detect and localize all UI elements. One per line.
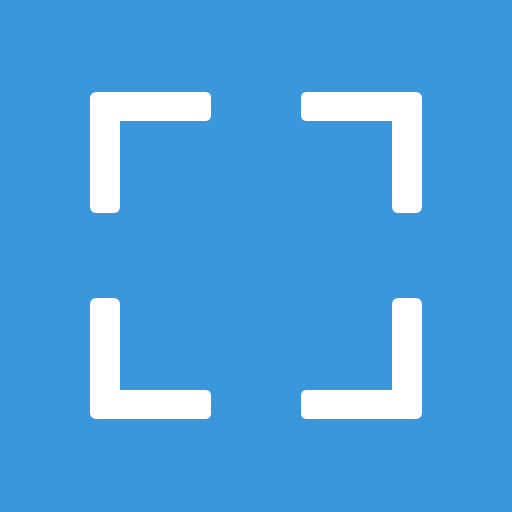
icon-background [0,0,512,512]
fullscreen-icon-tile [0,0,512,512]
fullscreen-icon [0,0,512,512]
